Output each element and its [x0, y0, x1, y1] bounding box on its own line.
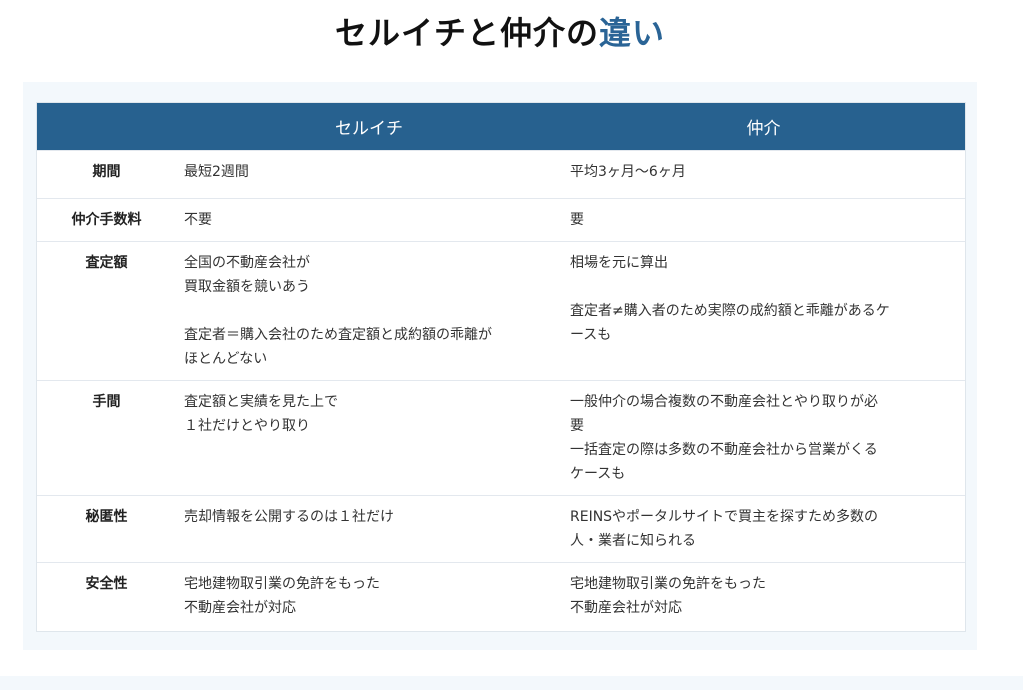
selichi-cell: 査定額と実績を見た上で １社だけとやり取り: [176, 380, 562, 496]
page-title: セルイチと仲介の違い: [0, 8, 1000, 54]
cell-line: 要: [570, 212, 584, 228]
broker-cell: 宅地建物取引業の免許をもった 不動産会社が対応: [562, 562, 965, 631]
table-row: 安全性 宅地建物取引業の免許をもった 不動産会社が対応 宅地建物取引業の免許をもった不…: [37, 562, 965, 631]
next-section-strip: [0, 676, 1023, 690]
cell-line: [184, 299, 548, 323]
table-row: 手間 査定額と実績を見た上で １社だけとやり取り 一般仲介の場合複数の不動産会社とやり…: [37, 380, 965, 496]
table-row: 仲介手数料 不要 要: [37, 198, 965, 242]
cell-line: 売却情報を公開するのは１社だけ: [184, 509, 394, 525]
selichi-cell: 最短2週間: [176, 150, 562, 199]
broker-cell: 要: [562, 198, 965, 242]
cell-line: 人・業者に知られる: [570, 533, 696, 549]
row-label: 安全性: [37, 562, 176, 631]
header-blank: [37, 103, 176, 151]
table-header-row: セルイチ 仲介: [37, 103, 965, 151]
page-title-accent: 違い: [599, 14, 666, 52]
comparison-panel: セルイチ 仲介 期間 最短2週間 平均3ヶ月〜6ヶ月 仲介手数料 不要要査定額 全国の不動…: [23, 82, 977, 650]
cell-line: 不要: [184, 212, 212, 228]
cell-line: 査定者＝購入会社のため査定額と成約額の乖離が: [184, 327, 492, 343]
cell-line: 要: [570, 418, 584, 434]
cell-line: 相場を元に算出: [570, 255, 668, 271]
table-row: 期間 最短2週間 平均3ヶ月〜6ヶ月: [37, 150, 965, 199]
broker-cell: 相場を元に算出査定者≠購入者のため実際の成約額と乖離があるケ ースも: [562, 241, 965, 381]
row-label: 査定額: [37, 241, 176, 381]
selichi-cell: 宅地建物取引業の免許をもった 不動産会社が対応: [176, 562, 562, 631]
cell-line: １社だけとやり取り: [184, 418, 310, 434]
comparison-table: セルイチ 仲介 期間 最短2週間 平均3ヶ月〜6ヶ月 仲介手数料 不要要査定額 全国の不動…: [37, 103, 965, 631]
cell-line: 最短2週間: [184, 164, 249, 180]
cell-line: REINSやポータルサイトで買主を探すため多数の: [570, 509, 879, 525]
cell-line: 一般仲介の場合複数の不動産会社とやり取りが必: [570, 394, 878, 410]
broker-cell: REINSやポータルサイトで買主を探すため多数の 人・業者に知られる: [562, 495, 965, 563]
cell-line: 宅地建物取引業の免許をもった: [184, 576, 380, 592]
cell-line: ほとんどない: [184, 351, 268, 367]
table-row: 査定額 全国の不動産会社が 買取金額を競いあう査定者＝購入会社のため査定額と成約額の…: [37, 241, 965, 381]
cell-line: 買取金額を競いあう: [184, 279, 310, 295]
row-label: 仲介手数料: [37, 198, 176, 242]
row-label: 期間: [37, 150, 176, 199]
table-row: 秘匿性 売却情報を公開するのは１社だけ REINSやポータルサイトで買主を探すため多…: [37, 495, 965, 563]
selichi-cell: 全国の不動産会社が 買取金額を競いあう査定者＝購入会社のため査定額と成約額の乖離が…: [176, 241, 562, 381]
cell-line: 査定者≠購入者のため実際の成約額と乖離があるケ: [570, 303, 890, 319]
broker-cell: 一般仲介の場合複数の不動産会社とやり取りが必要一括査定の際は多数の不動産会社から…: [562, 380, 965, 496]
cell-line: [570, 275, 951, 299]
cell-line: ケースも: [570, 466, 626, 482]
cell-line: 不動産会社が対応: [184, 600, 296, 616]
selichi-cell: 不要: [176, 198, 562, 242]
cell-line: 宅地建物取引業の免許をもった: [570, 576, 766, 592]
row-label: 手間: [37, 380, 176, 496]
cell-line: ースも: [570, 327, 612, 343]
header-selichi: セルイチ: [176, 103, 562, 151]
cell-line: 一括査定の際は多数の不動産会社から営業がくる: [570, 442, 878, 458]
cell-line: 査定額と実績を見た上で: [184, 394, 338, 410]
cell-line: 不動産会社が対応: [570, 600, 682, 616]
page-title-main: セルイチと仲介の: [334, 14, 599, 52]
header-broker: 仲介: [562, 103, 965, 151]
cell-line: 全国の不動産会社が: [184, 255, 310, 271]
row-label: 秘匿性: [37, 495, 176, 563]
broker-cell: 平均3ヶ月〜6ヶ月: [562, 150, 965, 199]
selichi-cell: 売却情報を公開するのは１社だけ: [176, 495, 562, 563]
cell-line: 平均3ヶ月〜6ヶ月: [570, 164, 686, 180]
comparison-card: セルイチ 仲介 期間 最短2週間 平均3ヶ月〜6ヶ月 仲介手数料 不要要査定額 全国の不動…: [36, 102, 966, 632]
